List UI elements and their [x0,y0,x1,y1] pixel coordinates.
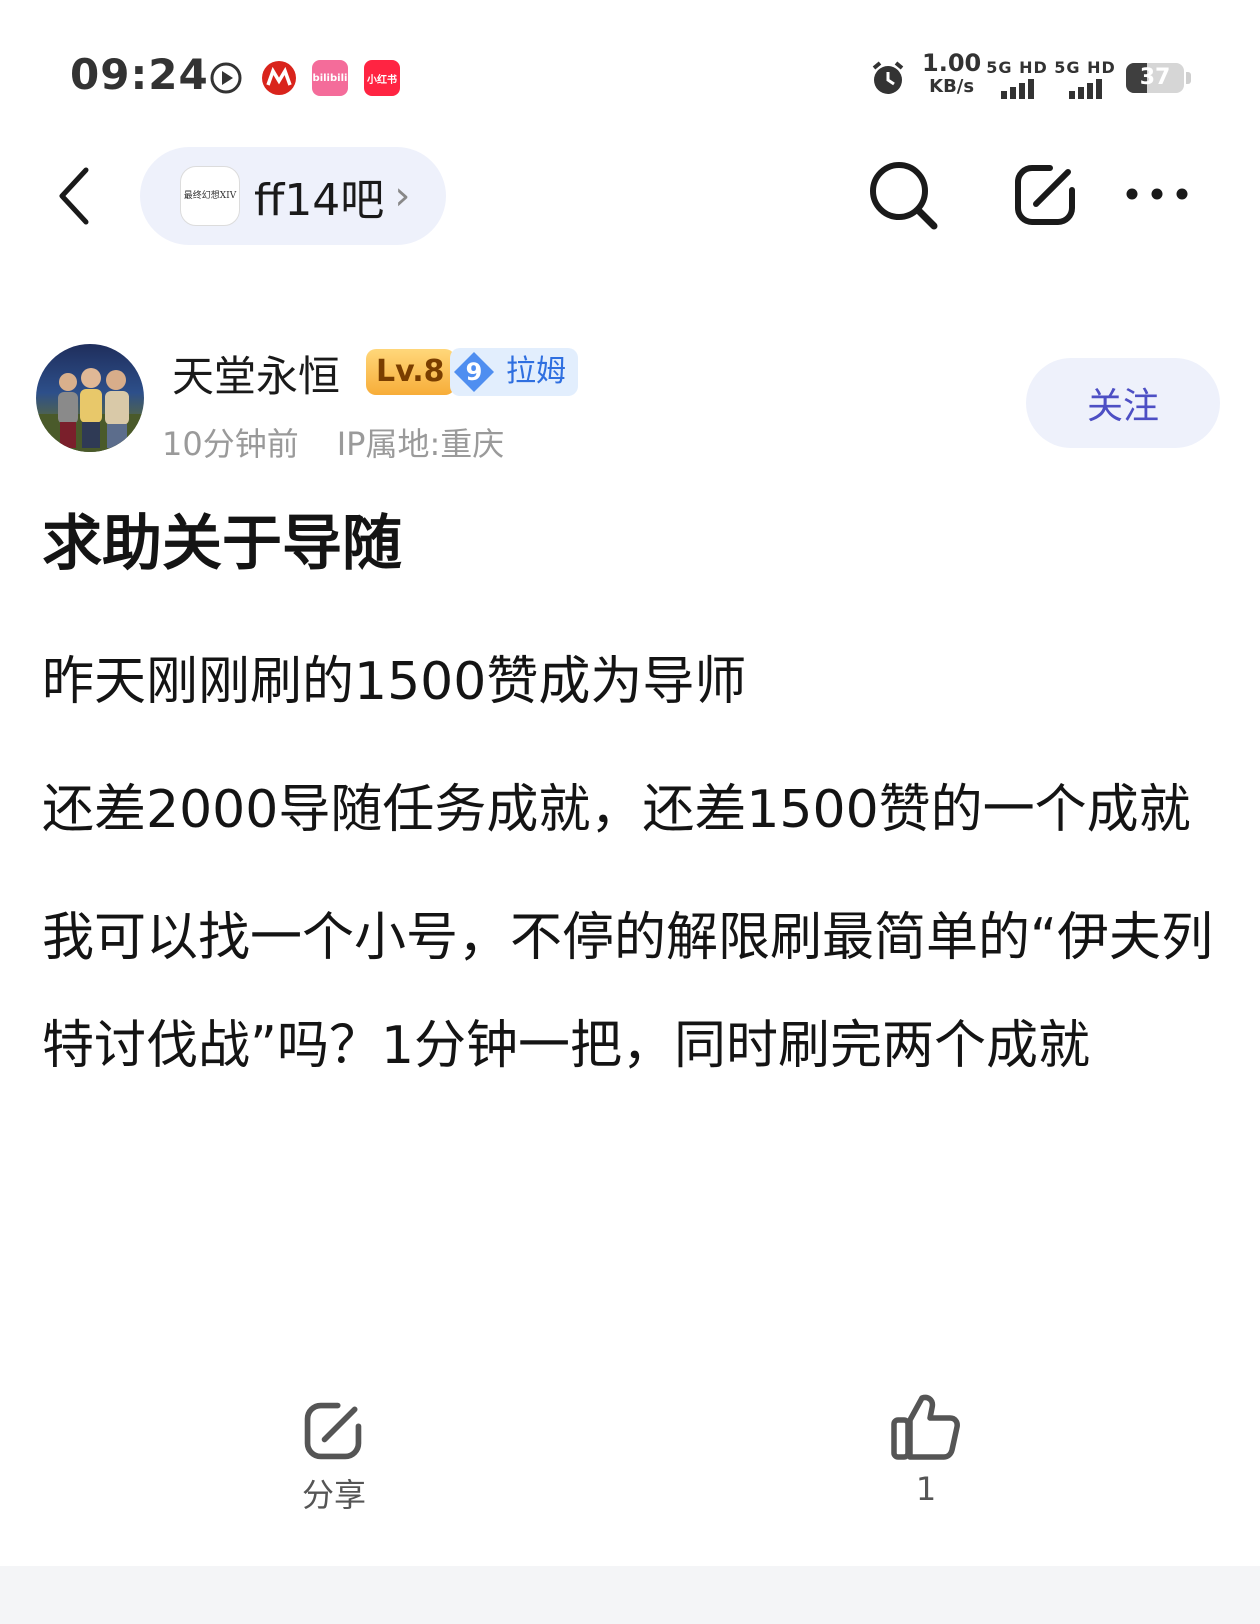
search-icon[interactable] [866,158,942,234]
level-badge: Lv.8 [366,349,455,395]
sim2-signal: 5G HD [1054,58,1116,99]
post-paragraph: 还差2000导随任务成就，还差1500赞的一个成就 [42,780,1191,840]
fan-badge[interactable]: 9 拉姆 [450,348,578,396]
chevron-right-icon: › [394,173,411,219]
post-title: 求助关于导随 [42,509,402,579]
status-bar: 09:24 bilibili 小红书 1.00 KB/s 5G HD 5G HD… [0,0,1260,130]
bilibili-icon: bilibili [312,60,348,96]
avatar-photo [36,368,144,452]
post-paragraph: 昨天刚刚刷的1500赞成为导师 [42,652,747,712]
post-paragraph: 我可以找一个小号，不停的解限刷最简单的“伊夫列特讨伐战”吗？1分钟一把，同时刷完… [42,908,1213,1076]
fan-level: 9 [465,358,483,386]
play-circle-icon [210,62,242,94]
share-edit-icon [304,1402,362,1460]
alarm-clock-icon [872,61,904,94]
ip-location: IP属地:重庆 [336,425,505,463]
share-label[interactable]: 分享 [298,1470,370,1516]
thumbs-up-icon[interactable] [888,1390,962,1464]
more-dots-icon[interactable] [1122,182,1192,206]
post-body: 昨天刚刚刷的1500赞成为导师 还差2000导随任务成就，还差1500赞的一个成… [42,628,1232,1100]
avatar[interactable] [36,344,144,452]
chevron-left-icon[interactable] [52,160,100,232]
fan-label: 拉姆 [506,354,566,389]
post-meta: 10分钟前 IP属地:重庆 [162,419,504,465]
china-merchants-bank-icon [262,61,296,95]
post-time: 10分钟前 [162,425,299,463]
forum-name: ff14吧 [254,175,385,226]
forum-pill[interactable]: 最终幻想XIV ff14吧 › [140,147,446,245]
forum-logo: 最终幻想XIV [180,166,240,226]
clock: 09:24 [70,50,209,99]
bottom-divider [0,1566,1260,1624]
xiaohongshu-icon: 小红书 [364,60,400,96]
like-count[interactable]: 1 [906,1470,946,1508]
sim1-signal: 5G HD [986,58,1048,99]
battery-icon: 37 [1126,63,1184,93]
network-speed: 1.00 KB/s [922,49,982,97]
share-edit-icon[interactable] [1010,160,1080,230]
author-name[interactable]: 天堂永恒 [172,343,340,404]
battery-cap [1186,72,1191,84]
follow-button[interactable]: 关注 [1026,358,1220,448]
